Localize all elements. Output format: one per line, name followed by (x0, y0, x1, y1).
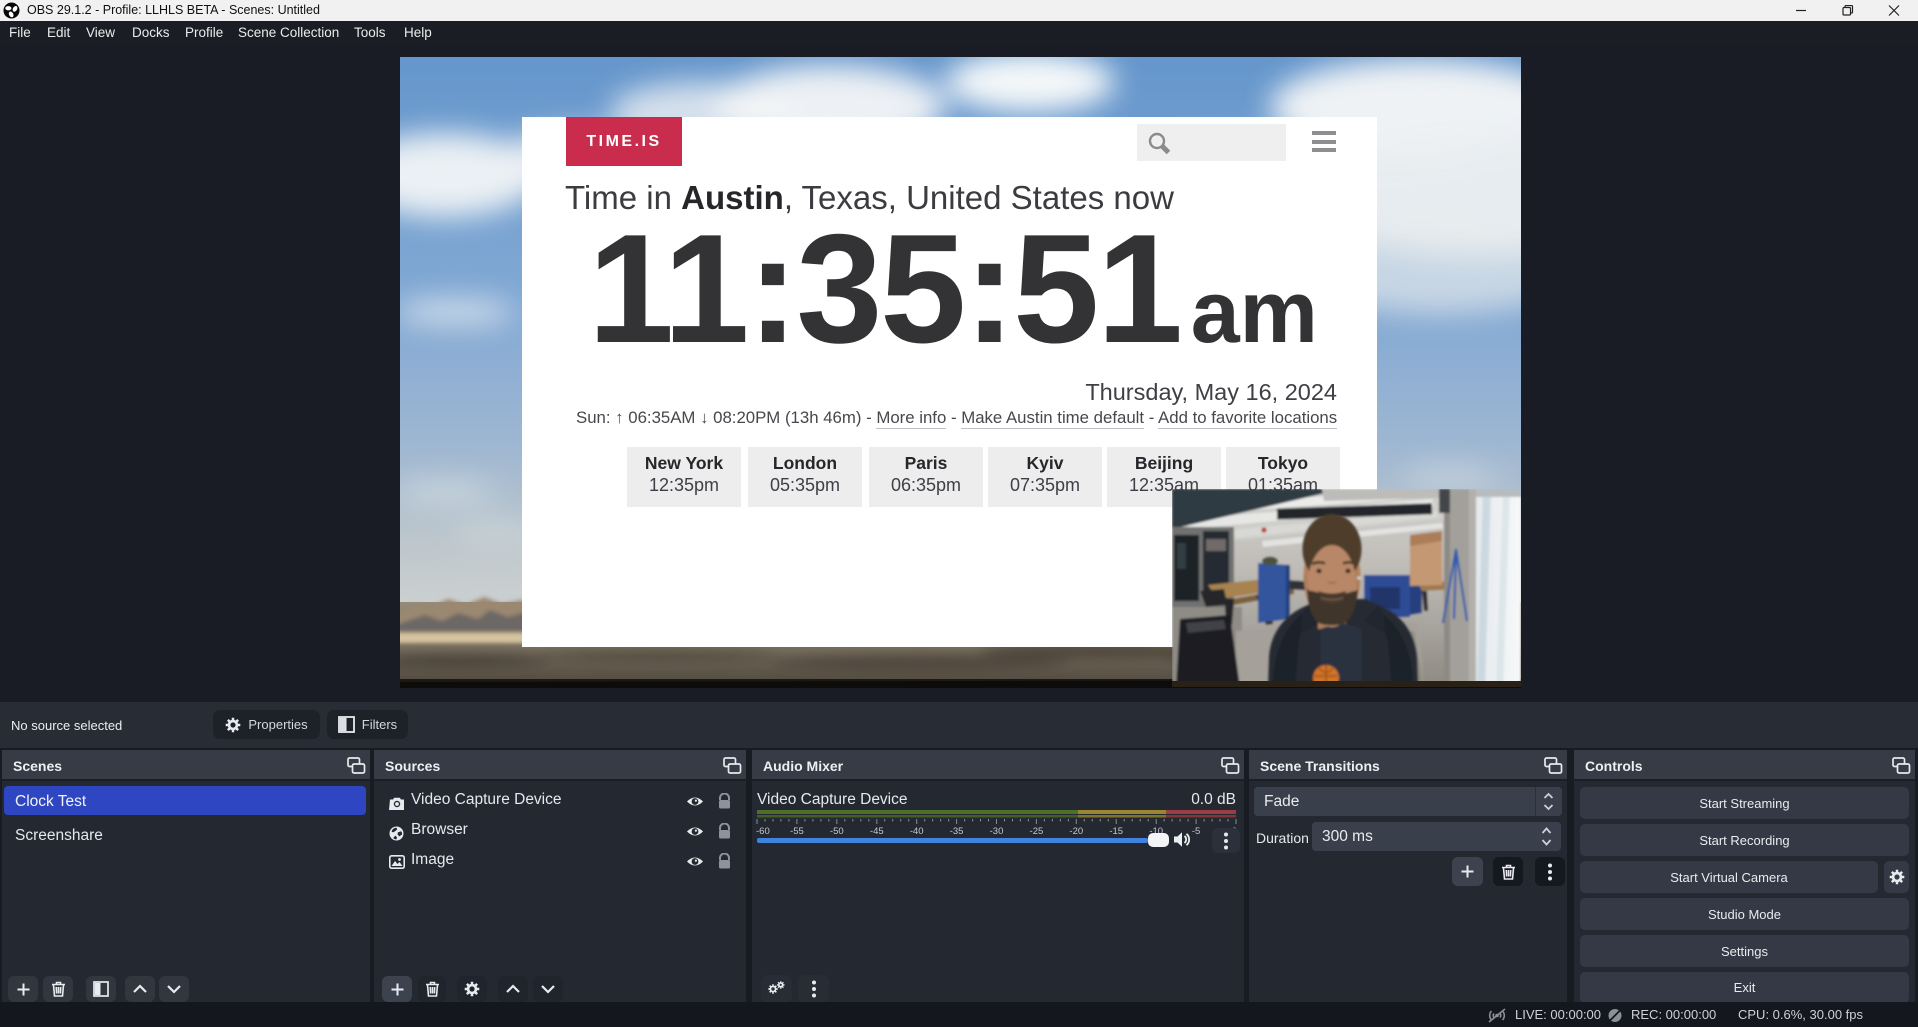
svg-text:-15: -15 (1109, 826, 1123, 837)
svg-text:-30: -30 (990, 826, 1004, 837)
svg-text:-60: -60 (756, 826, 770, 837)
svg-text:-25: -25 (1030, 826, 1044, 837)
svg-text:0.0 dB: 0.0 dB (1191, 791, 1236, 808)
svg-text:-20: -20 (1069, 826, 1083, 837)
svg-text:-40: -40 (910, 826, 924, 837)
svg-text:-35: -35 (950, 826, 964, 837)
svg-text:-50: -50 (830, 826, 844, 837)
svg-text:-5: -5 (1192, 826, 1200, 837)
svg-text:-45: -45 (870, 826, 884, 837)
svg-text:-55: -55 (790, 826, 804, 837)
svg-text:Video Capture Device: Video Capture Device (757, 791, 908, 808)
